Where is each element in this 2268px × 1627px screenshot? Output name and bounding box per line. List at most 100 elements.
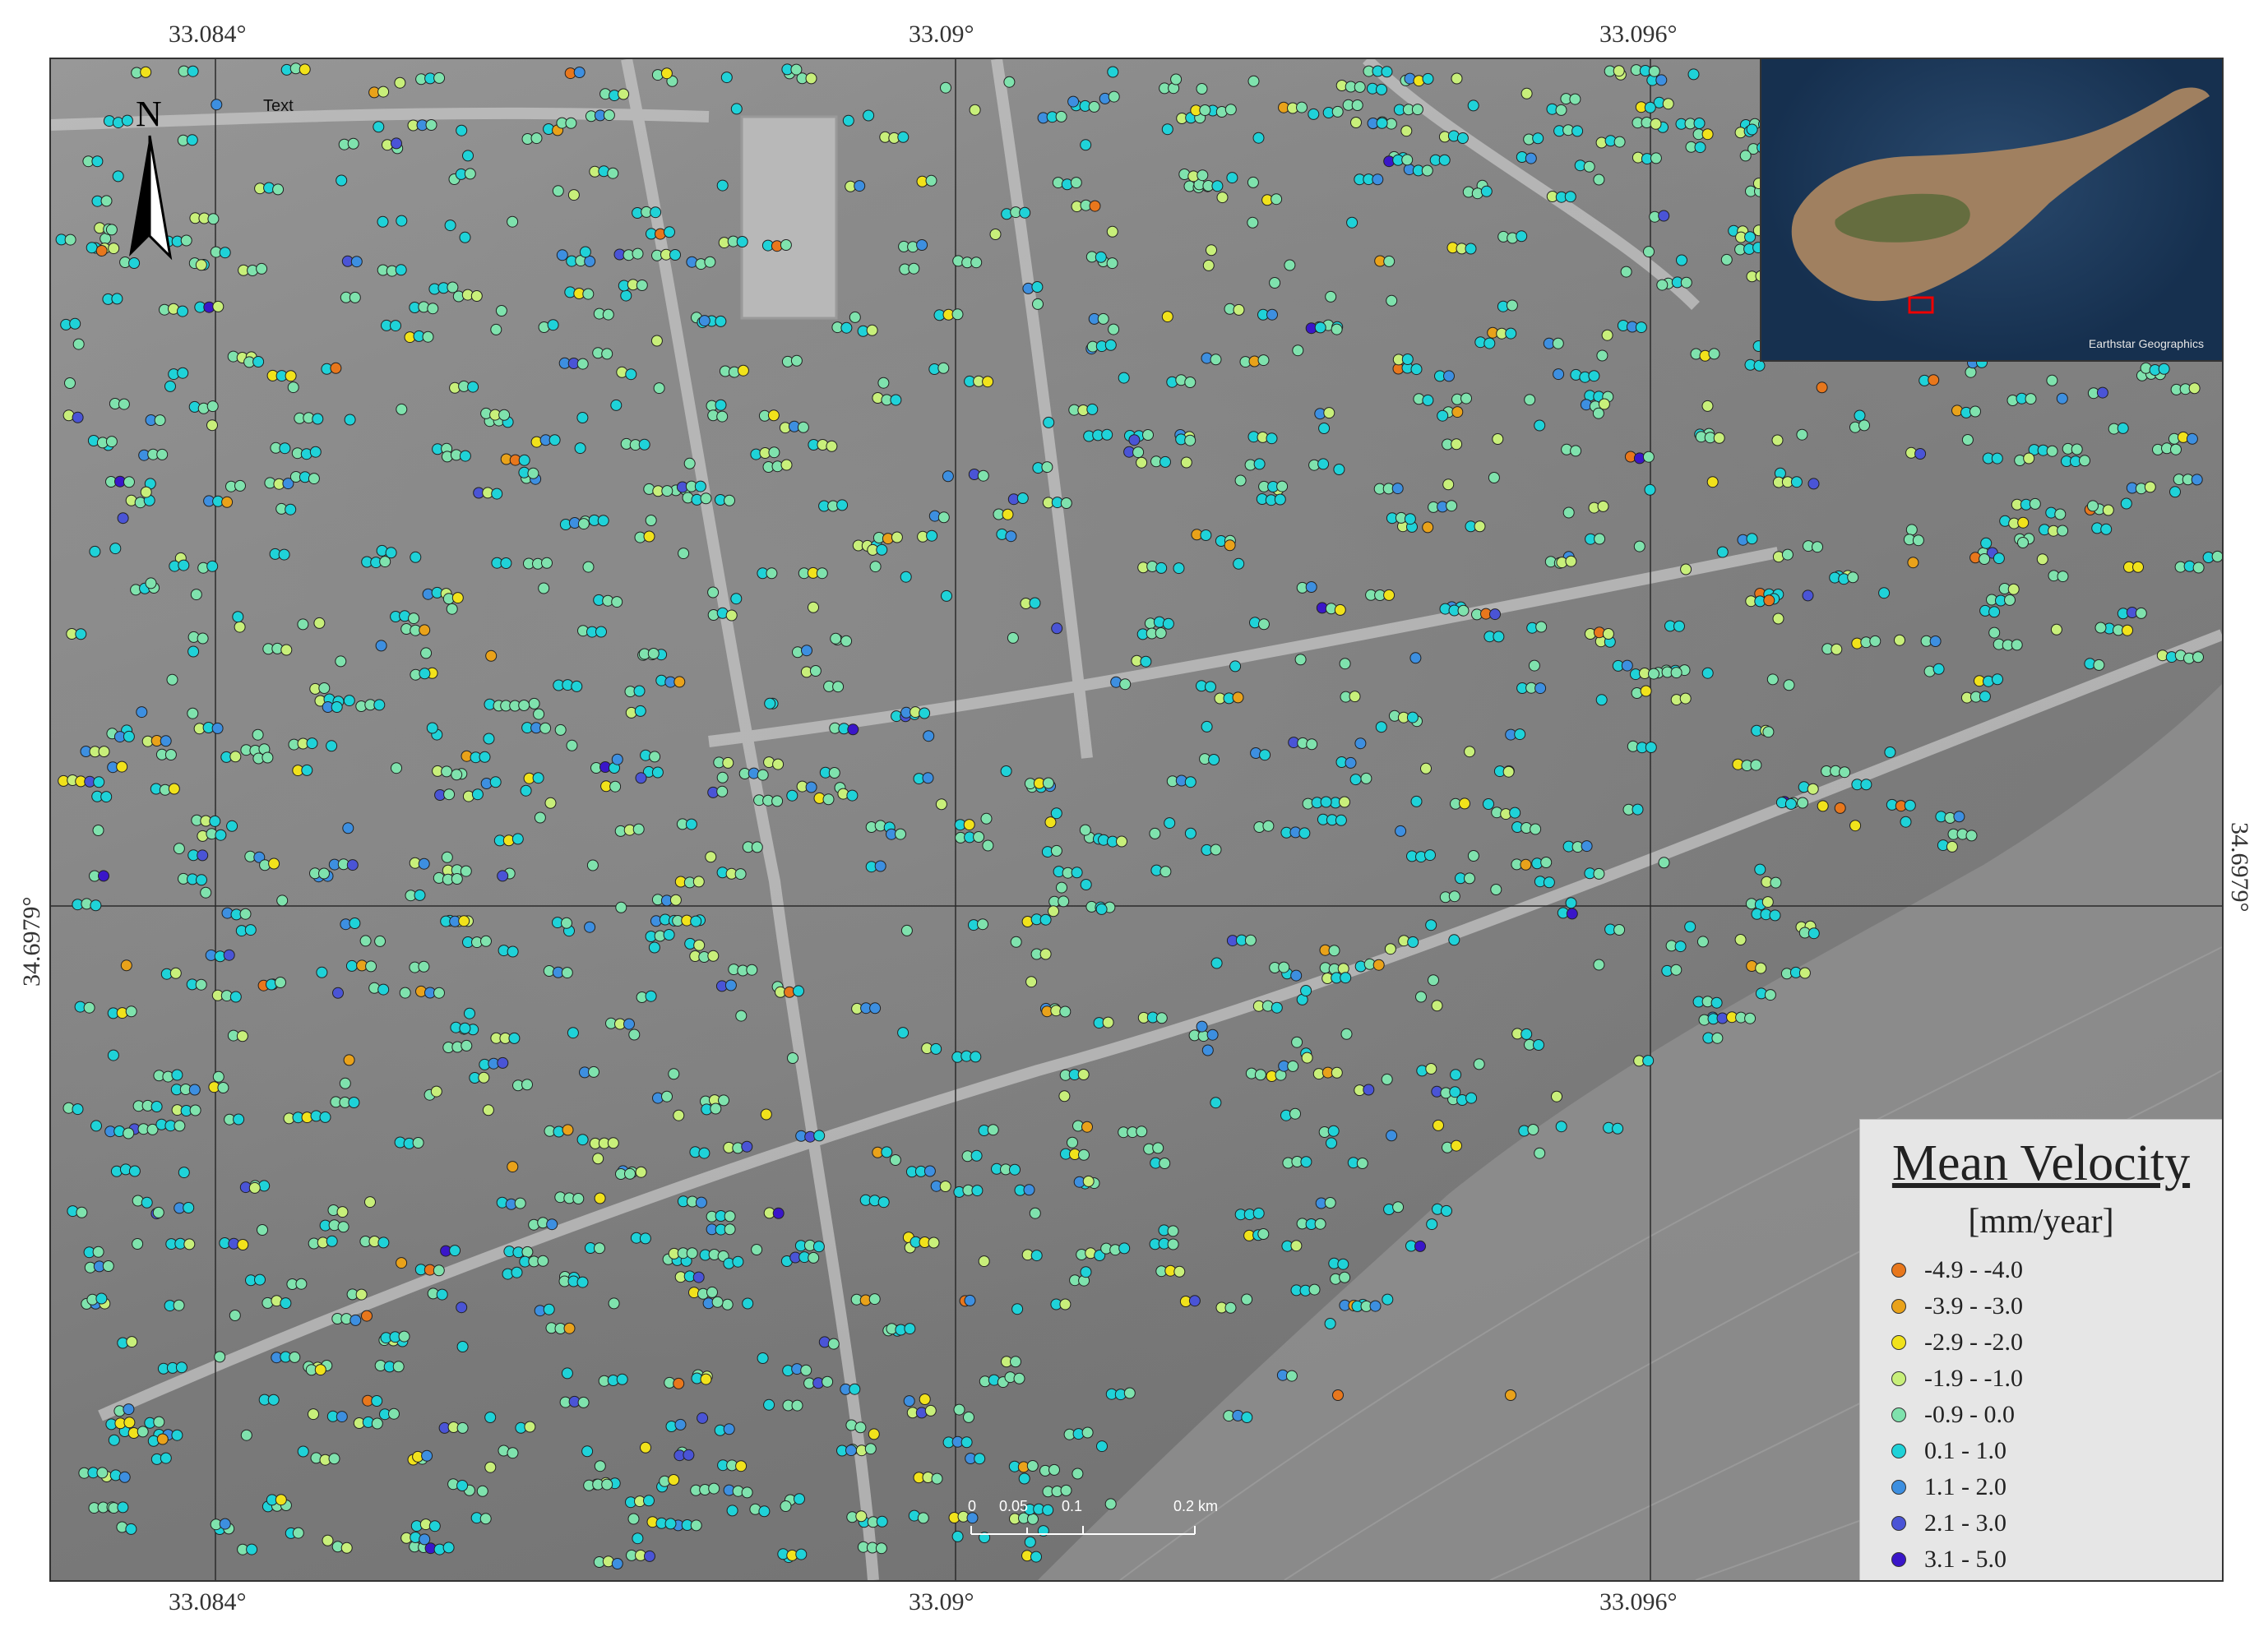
velocity-point xyxy=(188,1084,201,1096)
velocity-point xyxy=(1953,811,1965,823)
velocity-point xyxy=(2122,624,2133,636)
velocity-point xyxy=(262,751,274,764)
velocity-point xyxy=(507,945,519,958)
legend-swatch xyxy=(1891,1335,1906,1350)
velocity-point xyxy=(285,370,297,382)
velocity-point xyxy=(336,1206,349,1218)
velocity-point xyxy=(64,377,76,389)
velocity-point xyxy=(152,1206,164,1218)
velocity-point xyxy=(2017,516,2030,529)
velocity-point xyxy=(940,81,951,94)
velocity-point xyxy=(1490,884,1502,895)
velocity-point xyxy=(1381,66,1393,78)
velocity-point xyxy=(95,245,108,257)
velocity-point xyxy=(1351,99,1363,111)
velocity-point xyxy=(297,1445,309,1458)
velocity-point xyxy=(1349,774,1362,786)
velocity-point xyxy=(175,1361,187,1374)
velocity-point xyxy=(1257,354,1270,367)
velocity-point xyxy=(1026,1460,1039,1472)
velocity-point xyxy=(601,1478,613,1491)
velocity-point xyxy=(601,348,613,360)
velocity-point xyxy=(373,699,386,711)
velocity-point xyxy=(275,977,286,988)
velocity-point xyxy=(483,733,495,745)
velocity-point xyxy=(425,119,437,131)
velocity-point xyxy=(1784,797,1797,810)
velocity-point xyxy=(153,1416,165,1428)
velocity-point xyxy=(664,226,675,238)
velocity-point xyxy=(1002,508,1014,520)
velocity-point xyxy=(922,772,934,784)
velocity-point xyxy=(268,857,280,870)
velocity-point xyxy=(780,1500,792,1512)
velocity-point xyxy=(836,499,849,511)
velocity-point xyxy=(285,503,297,515)
velocity-point xyxy=(2188,382,2201,395)
velocity-point xyxy=(1140,655,1152,668)
velocity-point xyxy=(1465,1092,1478,1104)
velocity-point xyxy=(1184,776,1196,788)
velocity-point xyxy=(332,987,344,999)
velocity-point xyxy=(1101,428,1113,441)
velocity-point xyxy=(1346,216,1358,229)
velocity-point xyxy=(278,548,290,561)
velocity-point xyxy=(459,231,471,243)
velocity-point xyxy=(1645,742,1657,753)
velocity-point xyxy=(240,1429,252,1441)
velocity-point xyxy=(313,617,326,629)
velocity-point xyxy=(244,924,257,936)
velocity-point xyxy=(1613,65,1625,77)
velocity-point xyxy=(1339,658,1351,670)
velocity-point xyxy=(813,1130,826,1142)
velocity-point xyxy=(1762,726,1775,738)
velocity-point xyxy=(864,1443,877,1455)
velocity-point xyxy=(562,1124,574,1136)
velocity-point xyxy=(1159,866,1172,878)
velocity-point xyxy=(2192,651,2204,663)
velocity-point xyxy=(732,1255,744,1268)
velocity-point xyxy=(786,789,798,802)
velocity-point xyxy=(336,174,348,187)
velocity-point xyxy=(1241,1412,1253,1423)
velocity-point xyxy=(1292,344,1304,357)
velocity-point xyxy=(1969,405,1981,418)
velocity-point xyxy=(117,1501,129,1514)
velocity-point xyxy=(2102,504,2114,516)
velocity-point xyxy=(1106,257,1118,270)
velocity-point xyxy=(582,561,595,573)
velocity-point xyxy=(177,367,189,379)
velocity-point xyxy=(767,409,780,422)
velocity-point xyxy=(711,1296,724,1308)
velocity-point xyxy=(1234,474,1247,487)
velocity-point xyxy=(1528,659,1540,672)
velocity-point xyxy=(1300,1156,1312,1168)
velocity-point xyxy=(1016,492,1029,504)
velocity-point xyxy=(219,247,231,259)
map-frame[interactable]: N Text Earthstar Geographics 0 0.05 0.1 … xyxy=(49,58,2224,1582)
inset-map[interactable]: Earthstar Geographics xyxy=(1760,59,2222,362)
velocity-point xyxy=(1534,1147,1546,1159)
velocity-point xyxy=(1644,483,1656,496)
velocity-point xyxy=(673,1377,685,1389)
velocity-point xyxy=(344,414,356,426)
velocity-point xyxy=(636,280,648,291)
velocity-point xyxy=(942,470,954,483)
velocity-point xyxy=(1684,921,1696,933)
velocity-point xyxy=(698,1147,710,1159)
velocity-point xyxy=(1644,101,1656,113)
velocity-point xyxy=(1096,1440,1108,1453)
velocity-point xyxy=(1570,445,1582,457)
velocity-point xyxy=(2011,639,2023,651)
coord-bottom-1: 33.084° xyxy=(169,1588,247,1615)
velocity-point xyxy=(183,1238,196,1250)
velocity-point xyxy=(611,596,623,608)
velocity-point xyxy=(863,109,875,122)
velocity-point xyxy=(2023,452,2035,465)
velocity-point xyxy=(1044,816,1057,829)
velocity-point xyxy=(581,1445,594,1458)
velocity-point xyxy=(572,1193,585,1204)
velocity-point xyxy=(780,459,793,471)
velocity-point xyxy=(1077,1069,1090,1080)
velocity-point xyxy=(1407,936,1419,948)
